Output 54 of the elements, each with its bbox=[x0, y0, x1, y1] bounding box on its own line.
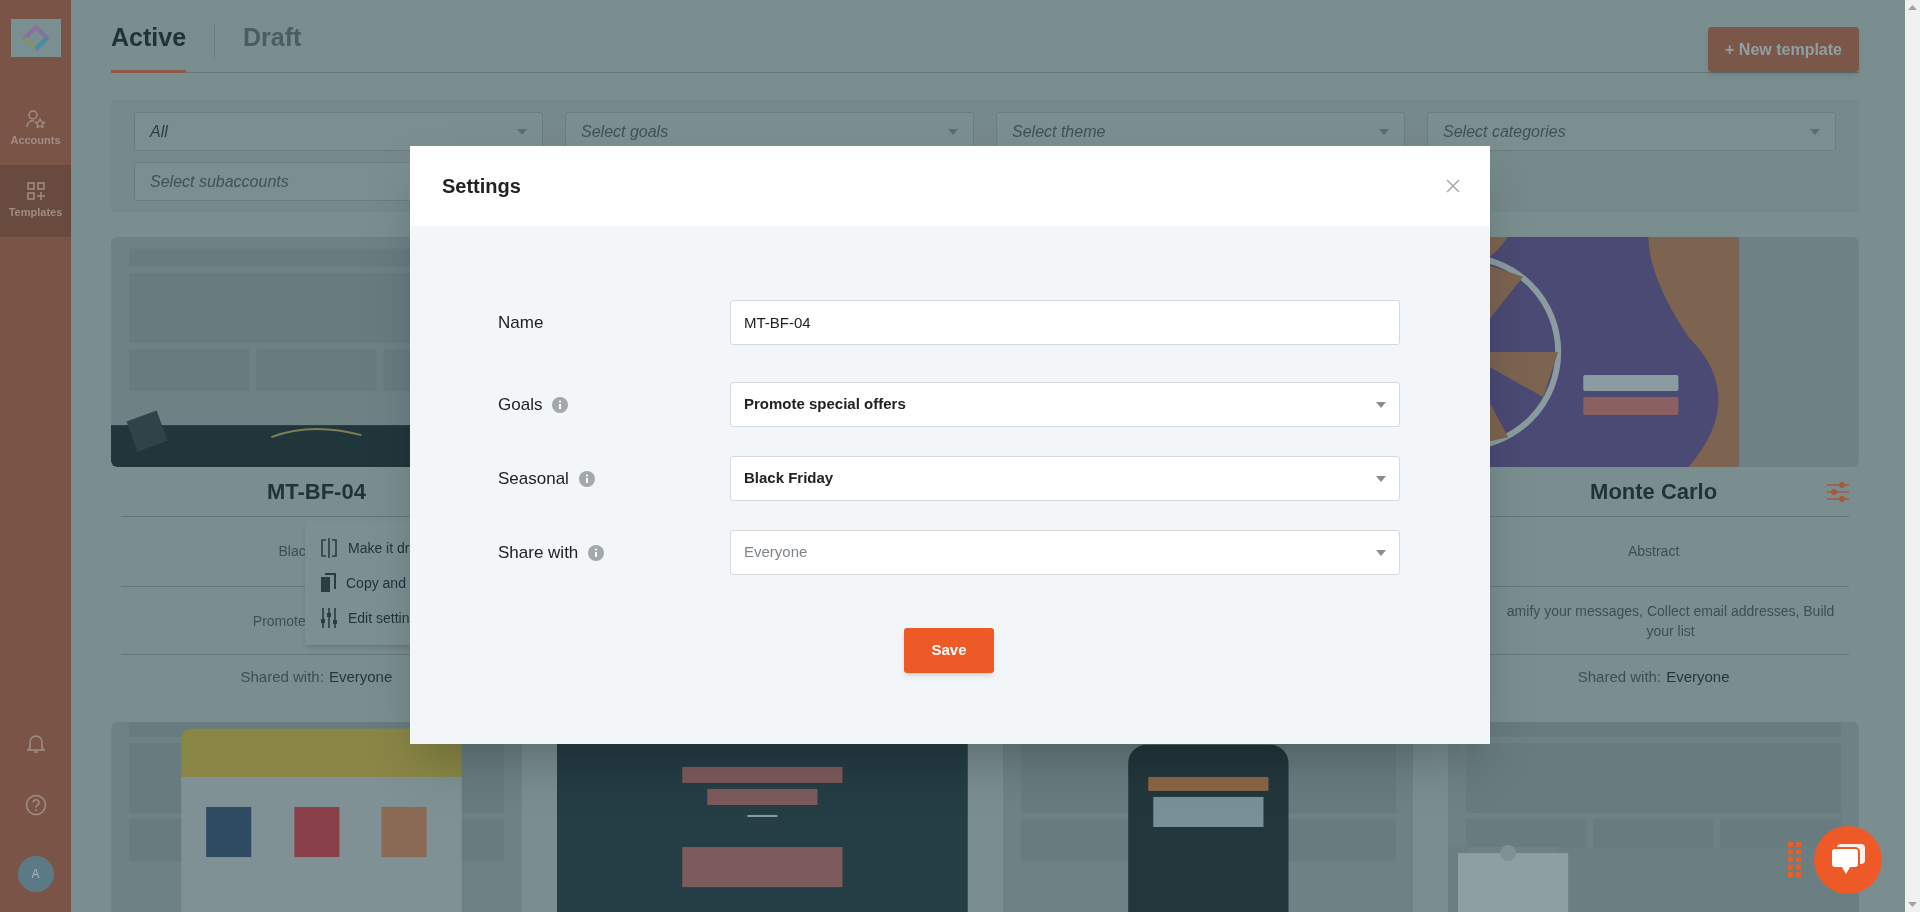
user-star-icon bbox=[25, 109, 46, 128]
name-input[interactable]: MT-BF-04 bbox=[730, 300, 1400, 345]
info-icon[interactable] bbox=[552, 396, 569, 413]
scroll-up-icon[interactable] bbox=[1908, 5, 1917, 10]
template-goals: amify your messages, Collect email addresses, Build your list bbox=[1505, 601, 1836, 641]
sidebar-item[interactable]: Templates bbox=[0, 165, 71, 237]
copy-icon bbox=[320, 573, 336, 593]
dropdown-caret-icon bbox=[1376, 549, 1386, 556]
field-label: Goals bbox=[498, 393, 543, 416]
sliders-icon bbox=[320, 608, 338, 628]
logo-icon[interactable] bbox=[10, 19, 61, 57]
filter-dropdown[interactable]: All bbox=[134, 112, 543, 151]
tab[interactable]: Active bbox=[111, 18, 187, 73]
dialog-title: Settings bbox=[442, 174, 521, 199]
template-goals: Promote bbox=[252, 611, 306, 631]
shared-with-value: Everyone bbox=[328, 666, 393, 687]
info-icon[interactable] bbox=[578, 470, 595, 487]
help-icon[interactable] bbox=[24, 794, 47, 816]
drag-handle-icon[interactable] bbox=[1788, 842, 1802, 878]
template-title: Monte Carlo bbox=[1590, 478, 1718, 506]
close-icon[interactable] bbox=[1446, 179, 1460, 193]
select-field[interactable]: Everyone bbox=[730, 530, 1400, 575]
filter-dropdown[interactable]: Select categories bbox=[1427, 112, 1836, 151]
sliders-icon[interactable] bbox=[1827, 482, 1849, 502]
bell-icon[interactable] bbox=[26, 734, 45, 754]
info-icon[interactable] bbox=[588, 544, 605, 561]
template-title: MT-BF-04 bbox=[266, 478, 366, 506]
field-label: Share with bbox=[498, 541, 579, 564]
grid-plus-icon bbox=[26, 181, 45, 200]
dropdown-caret-icon bbox=[517, 128, 527, 135]
new-template-button[interactable]: + New template bbox=[1708, 27, 1859, 72]
chat-bubble-icon bbox=[1830, 844, 1866, 876]
menu-item[interactable]: Edit settin bbox=[320, 607, 415, 629]
shared-with-value: Everyone bbox=[1666, 666, 1730, 687]
template-category: Blac bbox=[278, 542, 306, 561]
menu-item[interactable]: Copy and bbox=[320, 572, 415, 594]
save-button[interactable]: Save bbox=[904, 628, 994, 673]
sidebar-item[interactable]: Accounts bbox=[0, 93, 71, 165]
template-category: Abstract bbox=[1627, 542, 1680, 561]
dropdown-caret-icon bbox=[1379, 128, 1389, 135]
shared-with-label: Shared with: bbox=[240, 666, 324, 687]
dropdown-caret-icon bbox=[1376, 401, 1386, 408]
menu-item[interactable]: Make it dr bbox=[320, 537, 415, 559]
dropdown-caret-icon bbox=[948, 128, 958, 135]
scroll-down-icon[interactable] bbox=[1908, 902, 1917, 907]
select-field[interactable]: Black Friday bbox=[730, 456, 1400, 501]
split-icon bbox=[320, 538, 338, 558]
select-field[interactable]: Promote special offers bbox=[730, 382, 1400, 427]
shared-with-label: Shared with: bbox=[1577, 666, 1662, 687]
field-label: Seasonal bbox=[498, 467, 569, 490]
field-label: Name bbox=[498, 311, 544, 334]
user-avatar[interactable]: A bbox=[17, 856, 54, 892]
dropdown-caret-icon bbox=[1810, 128, 1820, 135]
dropdown-caret-icon bbox=[1376, 475, 1386, 482]
